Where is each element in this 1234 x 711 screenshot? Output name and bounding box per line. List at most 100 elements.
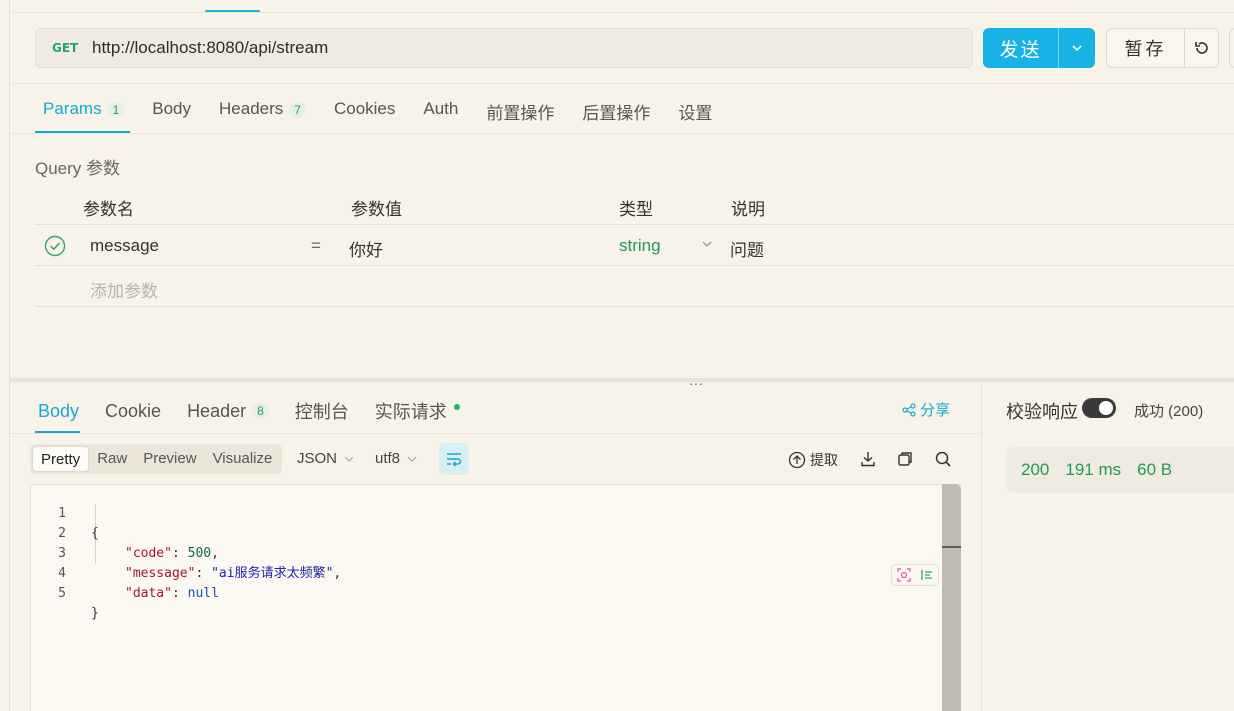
- tab-settings[interactable]: 设置: [678, 96, 712, 134]
- param-value-input[interactable]: 你好: [349, 236, 383, 261]
- view-preview[interactable]: Preview: [135, 446, 204, 472]
- url-bar[interactable]: GET http://localhost:8080/api/stream: [35, 28, 973, 68]
- count-badge: 7: [289, 102, 306, 118]
- encoding-select[interactable]: utf8: [375, 450, 418, 467]
- request-tabs: Params 1 Body Headers 7 Cookies Auth 前置操作 …: [43, 96, 740, 134]
- response-stats: 200 191 ms 60 B: [1006, 447, 1234, 493]
- view-visualize[interactable]: Visualize: [205, 446, 281, 472]
- share-label: 分享: [920, 402, 951, 419]
- drag-handle-icon[interactable]: ···: [689, 375, 703, 391]
- tab-label: Body: [152, 99, 192, 118]
- tab-label: Auth: [423, 99, 459, 118]
- encoding-value: utf8: [375, 450, 401, 467]
- tab-label: 后置操作: [582, 104, 651, 123]
- chevron-down-icon: [344, 456, 354, 462]
- format-value: JSON: [297, 450, 338, 467]
- column-header-desc: 说明: [731, 200, 765, 219]
- more-button[interactable]: [1229, 28, 1234, 68]
- code-line: 1 {: [30, 484, 930, 541]
- tab-response-header[interactable]: Header 8: [187, 398, 269, 424]
- line-number: 5: [58, 586, 66, 601]
- row-divider: [35, 224, 1234, 225]
- copy-icon[interactable]: [896, 450, 914, 468]
- response-tabs: Body Cookie Header 8 控制台 实际请求: [38, 398, 486, 424]
- save-button[interactable]: 暂存: [1107, 29, 1185, 67]
- column-header-type: 类型: [619, 200, 653, 219]
- search-icon[interactable]: [934, 450, 952, 468]
- panel-divider: [981, 382, 982, 711]
- verify-result: 成功 (200): [1134, 403, 1204, 420]
- top-divider: [10, 12, 1234, 13]
- column-header-value: 参数值: [351, 200, 402, 219]
- scrollbar-marker: [942, 546, 961, 548]
- method-label[interactable]: GET: [52, 41, 92, 55]
- tab-response-body[interactable]: Body: [38, 398, 79, 424]
- tab-label: Cookies: [333, 99, 396, 118]
- tab-headers[interactable]: Headers 7: [219, 96, 306, 134]
- reset-button[interactable]: [1185, 29, 1218, 67]
- save-button-group[interactable]: 暂存: [1106, 28, 1219, 68]
- tab-label: 实际请求: [374, 402, 447, 422]
- status-dot: [453, 404, 460, 410]
- format-select[interactable]: JSON: [297, 450, 355, 467]
- url-input[interactable]: http://localhost:8080/api/stream: [92, 38, 328, 58]
- code-line: 2 "code": 500,: [30, 504, 930, 561]
- tab-label: Cookie: [105, 400, 162, 421]
- code-inline-actions: [891, 564, 939, 586]
- extract-button[interactable]: 提取: [788, 450, 838, 470]
- refresh-icon: [1194, 42, 1208, 54]
- tab-label: 控制台: [294, 402, 349, 422]
- extract-field-icon[interactable]: [920, 568, 934, 582]
- code-line: 4 "data": null: [30, 544, 930, 601]
- tab-actual-request[interactable]: 实际请求: [375, 398, 460, 424]
- extract-label: 提取: [810, 452, 838, 468]
- view-raw[interactable]: Raw: [89, 446, 135, 472]
- view-pretty[interactable]: Pretty: [32, 446, 90, 472]
- send-options-button[interactable]: [1059, 28, 1095, 68]
- word-wrap-button[interactable]: [439, 443, 469, 475]
- tab-response-cookie[interactable]: Cookie: [105, 398, 161, 424]
- divider: [10, 83, 1234, 84]
- vertical-scrollbar[interactable]: [942, 484, 961, 711]
- share-icon: [902, 402, 916, 417]
- param-name-input[interactable]: message: [90, 236, 159, 256]
- param-desc-input[interactable]: 问题: [730, 236, 764, 261]
- download-icon[interactable]: [859, 450, 877, 468]
- tab-body[interactable]: Body: [152, 96, 191, 134]
- tab-params[interactable]: Params 1: [43, 96, 125, 134]
- view-mode-tabs: Pretty Raw Preview Visualize: [30, 444, 283, 474]
- tab-label: Body: [38, 400, 80, 421]
- checkbox-checked-icon[interactable]: [44, 235, 66, 257]
- verify-response-label: 校验响应: [1006, 402, 1078, 422]
- tab-cookies[interactable]: Cookies: [334, 96, 395, 134]
- tab-pre-actions[interactable]: 前置操作: [486, 96, 554, 134]
- code-text: "data": null: [125, 586, 219, 601]
- add-param-input[interactable]: 添加参数: [90, 277, 158, 302]
- chevron-down-icon[interactable]: [700, 237, 714, 251]
- query-section-title: Query 参数: [35, 159, 121, 178]
- tab-label: 设置: [678, 104, 713, 123]
- param-type-select[interactable]: string: [619, 236, 661, 256]
- send-button[interactable]: 发送: [983, 28, 1059, 68]
- panel-splitter[interactable]: [10, 378, 1234, 382]
- row-divider: [35, 306, 1234, 307]
- chevron-down-icon: [407, 456, 417, 462]
- code-text: }: [91, 606, 99, 621]
- share-button[interactable]: 分享: [902, 399, 950, 420]
- verify-response-toggle[interactable]: [1082, 398, 1116, 418]
- json-key: "data": [125, 586, 172, 601]
- status-code: 200: [1021, 460, 1050, 479]
- column-header-name: 参数名: [83, 200, 134, 219]
- tab-label: 前置操作: [486, 104, 555, 123]
- left-panel-border: [9, 0, 10, 711]
- tab-post-actions[interactable]: 后置操作: [582, 96, 650, 134]
- tab-auth[interactable]: Auth: [423, 96, 458, 134]
- extract-icon: [788, 451, 806, 469]
- tab-label: Params: [43, 99, 102, 118]
- divider: [10, 133, 1234, 134]
- wrap-icon: [447, 453, 462, 467]
- tab-console[interactable]: 控制台: [295, 398, 349, 424]
- chevron-down-icon: [1072, 45, 1082, 52]
- ai-scan-icon[interactable]: [896, 568, 911, 582]
- send-button-group[interactable]: 发送: [983, 28, 1095, 68]
